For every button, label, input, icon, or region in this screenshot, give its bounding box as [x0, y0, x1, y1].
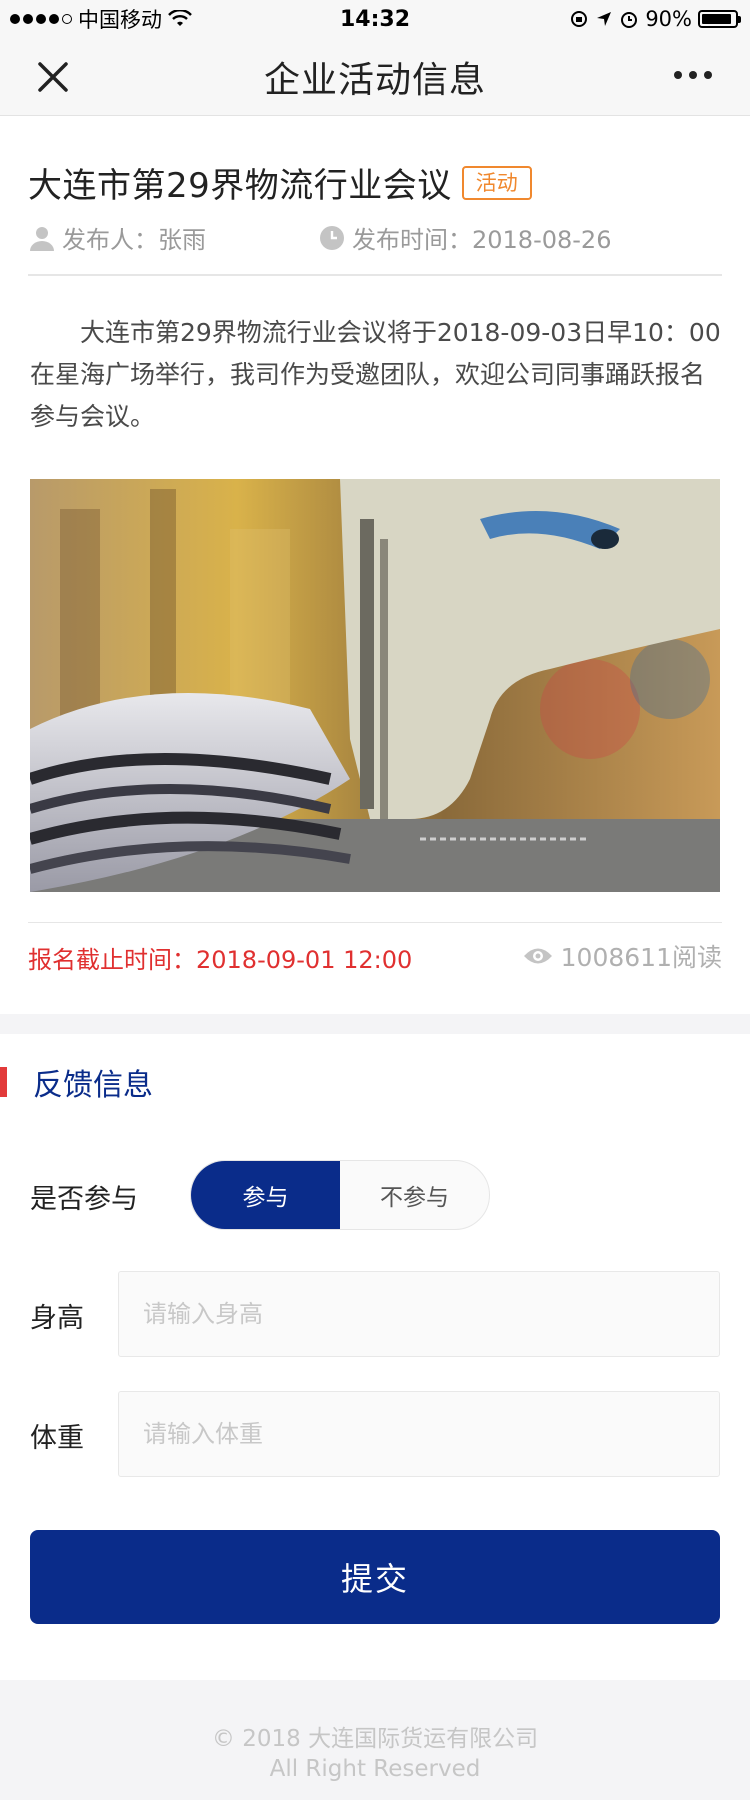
user-icon — [30, 226, 54, 251]
eye-icon — [523, 948, 552, 964]
height-input[interactable] — [118, 1271, 720, 1357]
rotation-lock-icon — [571, 11, 588, 27]
status-right: 90% — [569, 7, 741, 31]
footer: © 2018 大连国际货运有限公司 All Right Reserved — [0, 1680, 750, 1800]
meta-time: 发布时间：2018-08-26 — [318, 220, 611, 255]
article-title: 大连市第29界物流行业会议 — [28, 166, 452, 206]
read-count-label: 1008611阅读 — [560, 943, 722, 972]
divider — [28, 274, 722, 276]
section-title: 反馈信息 — [33, 1068, 153, 1103]
participate-toggle: 参与 不参与 — [190, 1160, 490, 1230]
participate-no-option[interactable]: 不参与 — [340, 1161, 489, 1229]
feedback-section: 反馈信息 是否参与 参与 不参与 身高 体重 提交 — [0, 1034, 750, 1680]
article-meta: 发布人：张雨 发布时间：2018-08-26 — [28, 220, 722, 256]
publish-time-label: 发布时间：2018-08-26 — [352, 226, 612, 254]
location-arrow-icon — [597, 12, 612, 26]
signal-strength-icon — [10, 14, 72, 24]
event-tag-badge: 活动 — [461, 165, 532, 200]
weight-label: 体重 — [30, 1423, 84, 1454]
clock-icon — [320, 225, 344, 250]
wifi-icon — [168, 10, 192, 26]
read-count: 1008611阅读 — [523, 938, 722, 974]
page-title: 企业活动信息 — [263, 59, 486, 101]
close-icon[interactable] — [36, 56, 70, 96]
divider — [28, 922, 722, 923]
article-image-sewing-machine — [30, 479, 720, 892]
submit-button[interactable]: 提交 — [30, 1530, 720, 1624]
battery-icon — [698, 10, 741, 28]
participate-yes-option[interactable]: 参与 — [191, 1161, 340, 1229]
section-header: 反馈信息 — [0, 1064, 153, 1103]
battery-percent: 90% — [645, 7, 692, 31]
alarm-icon — [621, 12, 638, 28]
participate-label: 是否参与 — [30, 1184, 138, 1215]
meta-author: 发布人：张雨 — [28, 220, 206, 255]
status-bar: 中国移动 14:32 90% — [0, 0, 750, 38]
carrier-name: 中国移动 — [78, 8, 162, 32]
nav-bar: 企业活动信息 — [0, 38, 750, 116]
status-left: 中国移动 — [10, 4, 192, 34]
height-label: 身高 — [30, 1303, 84, 1334]
section-accent-bar — [0, 1067, 7, 1097]
article-card: 大连市第29界物流行业会议 活动 发布人：张雨 发布时间：2018-08-26 … — [0, 116, 750, 1014]
more-options-icon[interactable] — [674, 60, 718, 90]
article-body: 大连市第29界物流行业会议将于2018-09-03日早10：00在星海广场举行，… — [30, 318, 721, 431]
footer-rights: All Right Reserved — [269, 1756, 481, 1782]
article-title-row: 大连市第29界物流行业会议 活动 — [28, 158, 532, 207]
registration-deadline: 报名截止时间：2018-09-01 12:00 — [28, 946, 413, 974]
author-label: 发布人：张雨 — [62, 226, 206, 254]
weight-input[interactable] — [118, 1391, 720, 1477]
footer-copyright: © 2018 大连国际货运有限公司 — [211, 1726, 539, 1752]
status-time: 14:32 — [339, 6, 411, 32]
